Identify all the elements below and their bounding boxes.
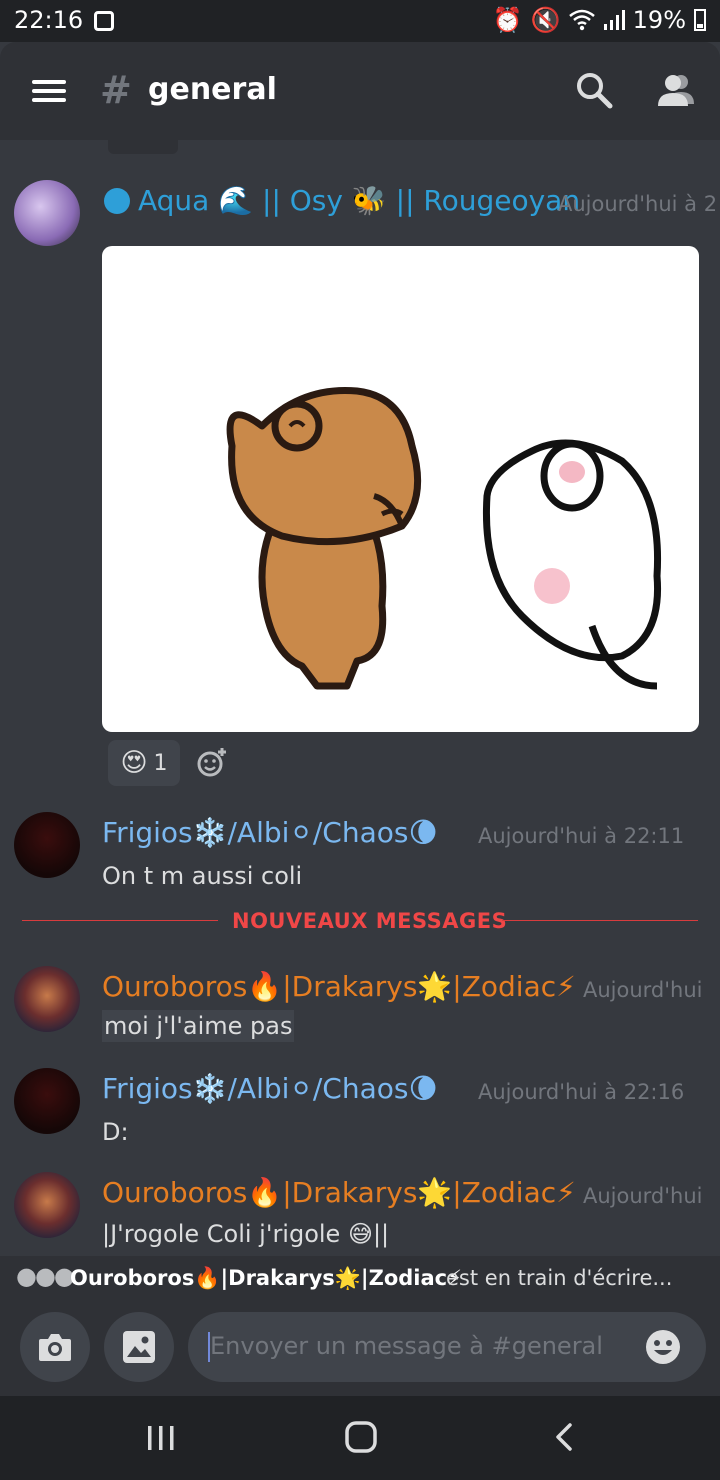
mute-icon: 🔇 bbox=[530, 6, 561, 34]
message-text: |J'rogole Coli j'rigole 😅|| bbox=[102, 1220, 390, 1248]
message-image[interactable] bbox=[102, 246, 699, 732]
battery-percent: 19% bbox=[632, 6, 686, 34]
new-messages-label: NOUVEAUX MESSAGES bbox=[232, 909, 508, 933]
status-dot-icon bbox=[104, 187, 130, 214]
timestamp: Aujourd'hui à 22:16 bbox=[478, 1080, 685, 1104]
username[interactable]: Frigios❄️/Albi⚪/Chaos🌘 bbox=[102, 1072, 438, 1105]
avatar[interactable] bbox=[14, 812, 80, 878]
message-header: Aqua 🌊 || Osy 🐝 || Rougeoyan bbox=[102, 184, 580, 217]
reaction-emoji: 😍 bbox=[120, 748, 148, 778]
message-text: On t m aussi coli bbox=[102, 862, 303, 890]
emoji-icon[interactable] bbox=[644, 1328, 682, 1366]
message-input-placeholder: Envoyer un message à #general bbox=[210, 1332, 603, 1360]
status-bar: 22:16 ⏰ 🔇 19% bbox=[0, 0, 720, 42]
typing-indicator: ●●● Ouroboros🔥|Drakarys🌟|Zodiac⚡ est en … bbox=[0, 1256, 720, 1300]
signal-icon bbox=[603, 10, 625, 30]
status-time: 22:16 bbox=[14, 6, 84, 34]
timestamp: Aujourd'hui bbox=[583, 978, 703, 1002]
camera-icon bbox=[39, 1334, 71, 1361]
recents-icon[interactable] bbox=[146, 1424, 176, 1452]
hamburger-icon[interactable] bbox=[32, 80, 66, 84]
timestamp: Aujourd'hui à 2 bbox=[558, 192, 718, 216]
message-input[interactable]: Envoyer un message à #general bbox=[188, 1312, 706, 1382]
reaction-chip[interactable]: 😍 1 bbox=[108, 740, 180, 786]
battery-icon bbox=[694, 9, 706, 31]
message-text: D: bbox=[102, 1118, 129, 1146]
notification-icon bbox=[94, 11, 114, 31]
avatar[interactable] bbox=[14, 1172, 80, 1238]
wifi-icon bbox=[568, 9, 595, 31]
message-composer: Envoyer un message à #general bbox=[0, 1300, 720, 1396]
channel-title: general bbox=[148, 72, 277, 107]
alarm-icon: ⏰ bbox=[492, 6, 523, 34]
add-reaction-icon[interactable] bbox=[196, 746, 228, 778]
avatar[interactable] bbox=[14, 966, 80, 1032]
camera-button[interactable] bbox=[20, 1312, 90, 1382]
hashtag-icon: # bbox=[100, 68, 132, 112]
username[interactable]: Aqua 🌊 || Osy 🐝 || Rougeoyan bbox=[138, 184, 580, 217]
status-icons: ⏰ 🔇 19% bbox=[493, 6, 706, 34]
bear-sticker-image bbox=[226, 386, 662, 690]
message-text: moi j'l'aime pas bbox=[102, 1010, 295, 1042]
reaction-cutoff bbox=[108, 140, 178, 154]
typing-suffix: est en train d'écrire... bbox=[446, 1266, 673, 1290]
username[interactable]: Ouroboros🔥|Drakarys🌟|Zodiac⚡ bbox=[102, 970, 576, 1003]
username[interactable]: Ouroboros🔥|Drakarys🌟|Zodiac⚡ bbox=[102, 1176, 576, 1209]
image-button[interactable] bbox=[104, 1312, 174, 1382]
timestamp: Aujourd'hui bbox=[583, 1184, 703, 1208]
new-messages-line-left bbox=[22, 920, 218, 921]
back-icon[interactable] bbox=[552, 1422, 576, 1452]
channel-header: # general bbox=[0, 42, 720, 140]
username[interactable]: Frigios❄️/Albi⚪/Chaos🌘 bbox=[102, 816, 438, 849]
typing-user: Ouroboros🔥|Drakarys🌟|Zodiac⚡ bbox=[70, 1266, 462, 1290]
typing-dots-icon: ●●● bbox=[16, 1262, 75, 1290]
avatar[interactable] bbox=[14, 180, 80, 246]
reaction-count: 1 bbox=[153, 750, 168, 776]
search-icon[interactable] bbox=[574, 70, 614, 110]
members-icon[interactable] bbox=[656, 70, 696, 110]
timestamp: Aujourd'hui à 22:11 bbox=[478, 824, 685, 848]
home-icon[interactable] bbox=[344, 1420, 378, 1454]
android-nav-bar bbox=[0, 1396, 720, 1480]
image-icon bbox=[123, 1331, 155, 1363]
avatar[interactable] bbox=[14, 1068, 80, 1134]
new-messages-line-right bbox=[502, 920, 698, 921]
